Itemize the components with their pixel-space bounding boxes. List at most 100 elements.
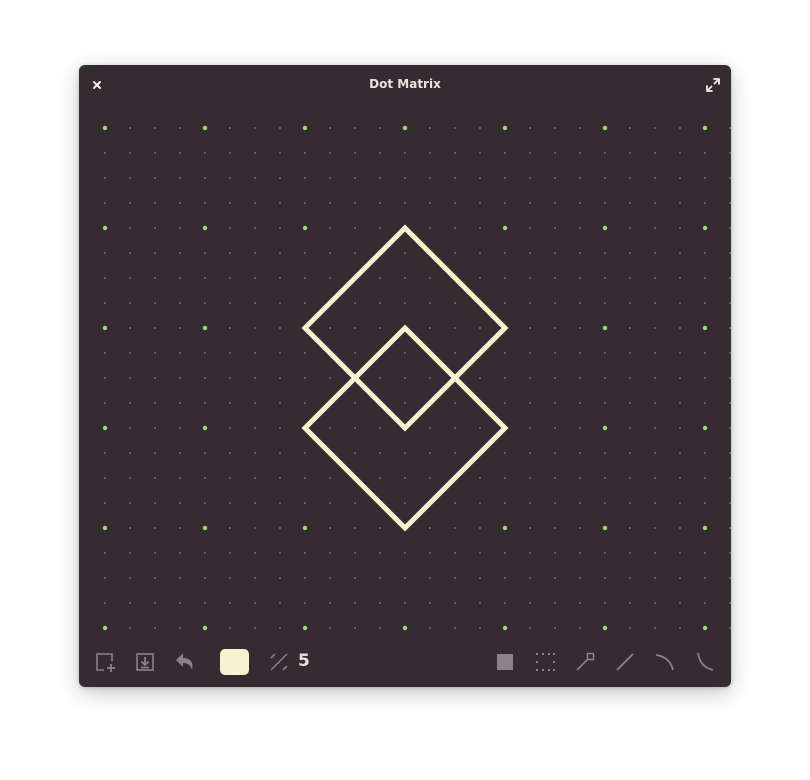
grid-dot [378, 301, 382, 305]
grid-dot [703, 551, 707, 555]
grid-dot [278, 451, 282, 455]
grid-dot [628, 451, 632, 455]
grid-dot [453, 526, 457, 530]
grid-dot [428, 576, 432, 580]
grid-dot [253, 251, 257, 255]
grid-dot [553, 476, 557, 480]
grid-dot [303, 476, 307, 480]
grid-dot [478, 251, 482, 255]
grid-dot [478, 576, 482, 580]
grid-dot [403, 376, 407, 380]
grid-dot [403, 176, 407, 180]
grid-dot [203, 551, 207, 555]
grid-dot [603, 276, 607, 280]
grid-dot [103, 201, 107, 205]
grid-dot [203, 276, 207, 280]
curve-left-tool-button[interactable] [693, 650, 717, 674]
app-window: Dot Matrix 5 [79, 65, 731, 687]
color-swatch[interactable] [220, 649, 249, 675]
grid-dot [553, 426, 557, 430]
grid-dot [703, 476, 707, 480]
grid-dot [178, 126, 182, 130]
grid-dot [203, 251, 207, 255]
grid-dot-major [102, 625, 108, 631]
line-tool-button[interactable] [613, 650, 637, 674]
grid-dot [728, 126, 731, 130]
grid-dot [453, 551, 457, 555]
new-canvas-button[interactable] [93, 650, 117, 674]
thickness-button[interactable] [267, 650, 291, 674]
grid-dot [603, 601, 607, 605]
grid-dot [528, 426, 532, 430]
grid-dot [453, 426, 457, 430]
grid-dot [478, 426, 482, 430]
grid-dot [728, 401, 731, 405]
grid-dot [378, 576, 382, 580]
grid-dot-major [602, 625, 608, 631]
grid-dot [653, 476, 657, 480]
grid-dot [153, 276, 157, 280]
grid-dot [728, 576, 731, 580]
grid-dot [278, 201, 282, 205]
grid-dot [228, 176, 232, 180]
grid-dot [703, 451, 707, 455]
grid-dot [228, 551, 232, 555]
grid-dot [478, 551, 482, 555]
grid-toggle-button[interactable] [533, 650, 557, 674]
grid-dot [628, 601, 632, 605]
save-button[interactable] [133, 650, 157, 674]
maximize-button[interactable] [705, 77, 721, 93]
grid-dot [353, 401, 357, 405]
grid-dot [128, 576, 132, 580]
grid-dot [103, 551, 107, 555]
grid-dot [628, 251, 632, 255]
grid-dot [528, 601, 532, 605]
fill-mode-button[interactable] [493, 650, 517, 674]
grid-dot [178, 501, 182, 505]
grid-dot [303, 451, 307, 455]
grid-dot [228, 226, 232, 230]
grid-dot [653, 151, 657, 155]
grid-dot [578, 576, 582, 580]
grid-dot [253, 426, 257, 430]
grid-dot [678, 601, 682, 605]
grid-dot [153, 251, 157, 255]
grid-dot [603, 476, 607, 480]
grid-dot [278, 251, 282, 255]
grid-dot [678, 476, 682, 480]
grid-dot [203, 151, 207, 155]
grid-dot [478, 276, 482, 280]
grid-dot [353, 251, 357, 255]
grid-dot [628, 526, 632, 530]
curve-right-tool-button[interactable] [653, 650, 677, 674]
grid-dot [178, 226, 182, 230]
grid-dot [528, 401, 532, 405]
grid-dot [428, 301, 432, 305]
grid-dot [653, 351, 657, 355]
new-canvas-icon [96, 653, 115, 672]
eyedropper-icon [576, 652, 595, 671]
grid-dot [503, 376, 507, 380]
grid-dot [253, 526, 257, 530]
grid-dot [453, 626, 457, 630]
grid-dot [303, 251, 307, 255]
grid-dot [503, 176, 507, 180]
drawing-canvas[interactable] [79, 65, 731, 645]
grid-dot [353, 451, 357, 455]
grid-dot [128, 426, 132, 430]
grid-dot [628, 201, 632, 205]
grid-dot [453, 576, 457, 580]
grid-dot [103, 501, 107, 505]
grid-dot [303, 301, 307, 305]
grid-dot [603, 576, 607, 580]
eyedropper-button[interactable] [573, 650, 597, 674]
grid-dot [578, 226, 582, 230]
grid-dot [278, 226, 282, 230]
grid-dot [378, 176, 382, 180]
grid-dot [128, 551, 132, 555]
grid-dot [203, 376, 207, 380]
grid-dot [378, 201, 382, 205]
grid-dot [653, 576, 657, 580]
grid-dot [128, 526, 132, 530]
undo-button[interactable] [173, 650, 197, 674]
